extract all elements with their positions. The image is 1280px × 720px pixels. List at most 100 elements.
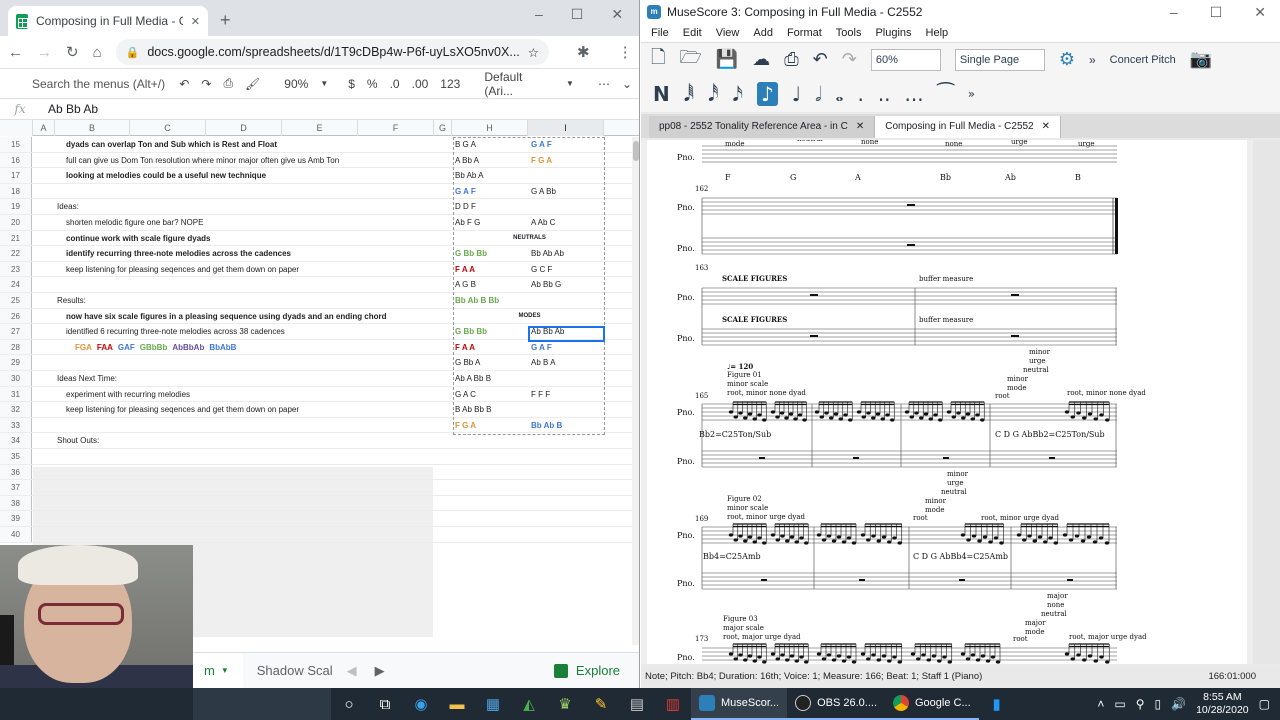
row-number[interactable]: 38 xyxy=(0,495,32,511)
score-tab-reference[interactable]: pp08 - 2552 Tonality Reference Area - in… xyxy=(649,116,876,138)
percent-format-button[interactable]: % xyxy=(367,77,378,91)
redo-icon[interactable]: ↷ xyxy=(201,77,211,91)
note-head[interactable] xyxy=(880,417,885,421)
column-header[interactable]: B xyxy=(55,120,130,136)
zoom-select[interactable]: 60% xyxy=(870,48,941,71)
playback-settings-icon[interactable]: ⚙ xyxy=(1059,49,1075,70)
note-head[interactable] xyxy=(1070,415,1075,419)
note-head[interactable] xyxy=(946,410,952,414)
edge-icon[interactable]: ◉ xyxy=(403,688,439,720)
usb-icon[interactable]: ⚲ xyxy=(1136,697,1145,711)
row-number[interactable]: 36 xyxy=(0,464,32,480)
note-head[interactable] xyxy=(892,536,897,540)
note-head[interactable] xyxy=(1105,418,1110,422)
redo-icon[interactable]: ↷ xyxy=(842,49,857,70)
row-number[interactable]: 26 xyxy=(0,308,32,324)
cloud-upload-icon[interactable]: ☁ xyxy=(752,49,770,70)
note-head[interactable] xyxy=(757,536,762,540)
note-head[interactable] xyxy=(757,413,762,417)
note-head[interactable] xyxy=(881,535,887,539)
note-head[interactable] xyxy=(747,412,753,416)
note-head[interactable] xyxy=(1068,538,1074,542)
cell-h[interactable]: G Bb A xyxy=(455,355,480,370)
note-head[interactable] xyxy=(848,418,853,422)
close-tab-icon[interactable]: ✕ xyxy=(1042,116,1050,138)
search-menus-input[interactable]: Search the menus (Alt+/) xyxy=(8,73,167,95)
row-number[interactable]: 24 xyxy=(0,277,32,292)
note-head[interactable] xyxy=(860,652,866,656)
bookmark-star-icon[interactable]: ☆ xyxy=(528,45,539,60)
omnibox[interactable]: 🔒 docs.google.com/spreadsheets/d/1T9cDBp… xyxy=(115,39,549,65)
vertical-scrollbar[interactable] xyxy=(632,137,639,645)
more-tools-icon[interactable]: ⋯ xyxy=(598,77,610,91)
row-number[interactable]: 20 xyxy=(0,215,32,230)
note-head[interactable] xyxy=(799,655,804,659)
back-icon[interactable]: ← xyxy=(8,44,23,61)
note-head[interactable] xyxy=(942,655,947,659)
note-head[interactable] xyxy=(733,657,738,661)
forward-icon[interactable]: → xyxy=(37,44,52,61)
duration-32nd-icon[interactable]: 𝅘𝅥𝅰 xyxy=(708,82,718,106)
scroll-tabs-left-icon[interactable]: ◀ xyxy=(347,663,357,679)
chrome-tab-sheets[interactable]: Composing in Full Media - Goog ✕ xyxy=(8,6,208,36)
cell-b[interactable]: keep listening for pleasing seqences and… xyxy=(57,402,299,417)
new-score-icon[interactable]: 🗋 xyxy=(651,45,665,75)
cell-h[interactable]: G A C xyxy=(455,387,476,402)
clock[interactable]: 8:55 AM 10/28/2020 xyxy=(1196,691,1249,717)
note-head[interactable] xyxy=(816,652,822,656)
note-head[interactable] xyxy=(1027,534,1032,538)
note-head[interactable] xyxy=(841,540,847,544)
note-head[interactable] xyxy=(982,535,988,539)
chevron-down-icon[interactable]: ▼ xyxy=(221,666,229,675)
note-head[interactable] xyxy=(938,418,943,422)
note-head[interactable] xyxy=(788,412,794,416)
taskbar-musescore[interactable]: MuseScor... xyxy=(691,688,788,720)
note-head[interactable] xyxy=(802,418,807,422)
note-head[interactable] xyxy=(770,533,776,537)
note-head[interactable] xyxy=(871,653,876,657)
cell-h[interactable]: Ab A Bb B xyxy=(455,371,491,386)
note-head[interactable] xyxy=(816,533,822,537)
cell-b[interactable]: full can give us Dom Ton resolution wher… xyxy=(57,153,339,168)
note-head[interactable] xyxy=(770,652,776,656)
note-head[interactable] xyxy=(861,415,866,419)
note-head[interactable] xyxy=(910,652,916,656)
cell-b[interactable]: now have six scale figures in a pleasing… xyxy=(57,309,387,324)
note-head[interactable] xyxy=(1093,659,1098,663)
note-head[interactable] xyxy=(966,538,971,542)
note-head[interactable] xyxy=(1037,535,1043,539)
duration-half-icon[interactable]: 𝅗𝅥 xyxy=(815,82,821,106)
note-head[interactable] xyxy=(797,413,803,417)
note-head[interactable] xyxy=(733,538,738,542)
note-head[interactable] xyxy=(851,660,857,664)
app-icon[interactable]: ✎ xyxy=(583,688,619,720)
menu-tools[interactable]: Tools xyxy=(836,27,862,39)
note-head[interactable] xyxy=(1076,411,1081,415)
note-head[interactable] xyxy=(1076,653,1081,657)
view-mode-select[interactable]: Single Page xyxy=(954,48,1045,71)
note-head[interactable] xyxy=(985,659,991,663)
note-head[interactable] xyxy=(762,660,767,664)
note-head[interactable] xyxy=(897,541,902,545)
note-input-mode-icon[interactable]: N xyxy=(653,82,670,106)
augmentation-dot-icon[interactable]: . xyxy=(857,82,863,106)
number-format-select[interactable]: 123 xyxy=(440,77,460,91)
note-head[interactable] xyxy=(841,659,847,663)
note-head[interactable] xyxy=(960,652,966,656)
note-head[interactable] xyxy=(1093,417,1098,421)
note-head[interactable] xyxy=(831,658,837,662)
row-number[interactable]: 37 xyxy=(0,480,32,495)
note-head[interactable] xyxy=(971,534,977,538)
volume-icon[interactable]: 🔊 xyxy=(1171,697,1186,711)
note-head[interactable] xyxy=(1022,538,1027,542)
row-number[interactable]: 27 xyxy=(0,324,32,339)
chrome-menu-icon[interactable]: ⋮ xyxy=(618,43,633,61)
sheet-tab-shadow-scale[interactable]: Shadow Scal xyxy=(243,653,347,689)
note-head[interactable] xyxy=(1043,540,1048,544)
column-header[interactable]: F xyxy=(358,120,434,136)
note-head[interactable] xyxy=(1080,539,1086,543)
column-header[interactable]: G xyxy=(434,120,452,136)
close-tab-icon[interactable]: ✕ xyxy=(856,116,864,138)
sheet-tab-active[interactable]: m ▼ xyxy=(190,652,243,688)
row-number[interactable]: 18 xyxy=(0,183,32,199)
